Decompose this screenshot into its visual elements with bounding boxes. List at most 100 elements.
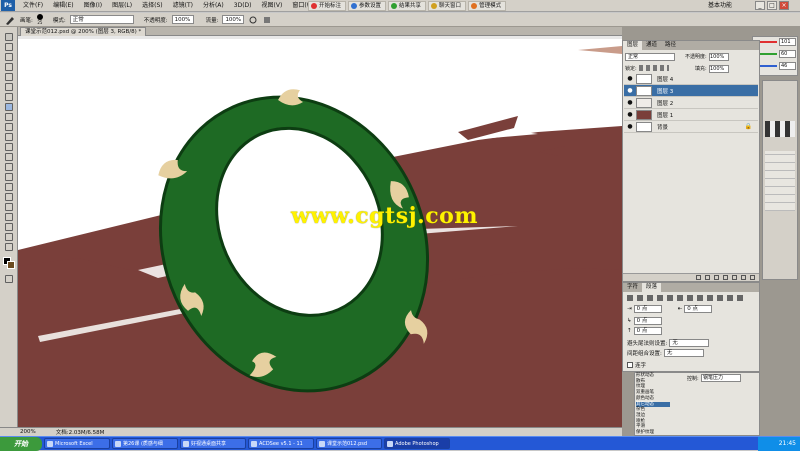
3d-camera-tool-icon[interactable]: [5, 223, 13, 231]
close-button[interactable]: ×: [779, 1, 789, 10]
layer-row[interactable]: ● 图层 4: [624, 73, 758, 85]
taskbar-item[interactable]: 好视通桌面共享: [180, 438, 246, 449]
lasso-tool-icon[interactable]: [5, 53, 13, 61]
eye-icon[interactable]: ●: [626, 99, 634, 107]
dodge-tool-icon[interactable]: [5, 163, 13, 171]
taskbar-item[interactable]: Microsoft Excel: [44, 438, 110, 449]
3d-rotate-tool-icon[interactable]: [5, 213, 13, 221]
brush-tool-icon[interactable]: [4, 15, 16, 25]
spacing-select[interactable]: 无: [663, 349, 704, 357]
menu-file[interactable]: 文件(F): [18, 0, 48, 12]
eye-icon[interactable]: ●: [626, 111, 634, 119]
move-tool-icon[interactable]: [5, 33, 13, 41]
layer-row[interactable]: ● 背景 🔒: [624, 121, 758, 133]
alignment-buttons[interactable]: [627, 295, 747, 301]
shape-tool-icon[interactable]: [5, 203, 13, 211]
start-annotate-button[interactable]: 开始标注: [308, 1, 347, 11]
gradient-tool-icon[interactable]: [5, 143, 13, 151]
maximize-button[interactable]: □: [767, 1, 777, 10]
menu-view[interactable]: 视图(V): [257, 0, 288, 12]
mode-select[interactable]: 正常: [69, 15, 134, 24]
blue-value[interactable]: 46: [779, 62, 796, 70]
path-select-tool-icon[interactable]: [5, 193, 13, 201]
clock[interactable]: 21:45: [779, 440, 796, 447]
tablet-pressure-icon[interactable]: [262, 15, 272, 25]
indent-left-field[interactable]: 0 点: [633, 305, 662, 313]
start-button[interactable]: 开始: [0, 436, 42, 451]
taskbar-item-active[interactable]: Adobe Photoshop: [384, 438, 450, 449]
history-brush-tool-icon[interactable]: [5, 123, 13, 131]
layer-mask-icon[interactable]: [714, 275, 719, 280]
trash-icon[interactable]: [750, 275, 755, 280]
layer-row[interactable]: ● 图层 1: [624, 109, 758, 121]
canvas[interactable]: www.cgtsj.com: [18, 36, 622, 427]
tab-paragraph[interactable]: 段落: [642, 283, 662, 292]
hyphen-select[interactable]: 无: [669, 339, 710, 347]
tab-paths[interactable]: 路径: [661, 41, 680, 50]
blur-tool-icon[interactable]: [5, 153, 13, 161]
opacity-field[interactable]: 100%: [171, 15, 194, 24]
layer-row[interactable]: ● 图层 2: [624, 97, 758, 109]
red-value[interactable]: 101: [779, 38, 796, 46]
workspace-switcher[interactable]: 基本功能: [708, 0, 732, 12]
tab-channels[interactable]: 通道: [642, 41, 661, 50]
menu-analysis[interactable]: 分析(A): [198, 0, 229, 12]
preset-list[interactable]: [765, 151, 795, 211]
link-layers-icon[interactable]: [696, 275, 701, 280]
menu-filter[interactable]: 滤镜(T): [168, 0, 198, 12]
menu-select[interactable]: 选择(S): [137, 0, 168, 12]
zoom-level[interactable]: 200%: [20, 429, 36, 435]
green-value[interactable]: 60: [779, 50, 796, 58]
brush-tool-selected-icon[interactable]: [5, 103, 13, 111]
menu-image[interactable]: 图像(I): [79, 0, 107, 12]
chat-window-button[interactable]: 聊天窗口: [428, 1, 467, 11]
adjustment-layer-icon[interactable]: [723, 275, 728, 280]
minimize-button[interactable]: _: [755, 1, 765, 10]
hand-tool-icon[interactable]: [5, 233, 13, 241]
indent-right-field[interactable]: 0 点: [684, 305, 713, 313]
menu-edit[interactable]: 编辑(E): [48, 0, 78, 12]
admin-mode-button[interactable]: 管理模式: [468, 1, 507, 11]
eyedropper-tool-icon[interactable]: [5, 83, 13, 91]
zoom-tool-icon[interactable]: [5, 243, 13, 251]
taskbar-item[interactable]: 课堂示范012.psd: [316, 438, 382, 449]
new-layer-icon[interactable]: [741, 275, 746, 280]
style-presets[interactable]: [765, 121, 795, 137]
eye-icon[interactable]: ●: [626, 123, 634, 131]
tab-layers[interactable]: 图层: [623, 41, 643, 50]
blend-mode-select[interactable]: 正常: [625, 53, 675, 61]
pen-tool-icon[interactable]: [5, 173, 13, 181]
layer-row-selected[interactable]: ● 图层 3: [624, 85, 758, 97]
hyphenate-checkbox[interactable]: [627, 362, 633, 368]
quick-select-tool-icon[interactable]: [5, 63, 13, 71]
menu-layer[interactable]: 图层(L): [107, 0, 137, 12]
eye-icon[interactable]: ●: [626, 75, 634, 83]
new-group-icon[interactable]: [732, 275, 737, 280]
airbrush-icon[interactable]: [248, 15, 258, 25]
layer-style-icon[interactable]: [705, 275, 710, 280]
settings-button[interactable]: 参数设置: [348, 1, 387, 11]
control-select[interactable]: 钢笔压力: [701, 374, 741, 382]
document-tab[interactable]: 课堂示范012.psd @ 200% (图层 3, RGB/8) *: [20, 27, 147, 36]
layer-opacity-field[interactable]: 100%: [709, 53, 729, 61]
quick-mask-icon[interactable]: [5, 275, 13, 283]
share-result-button[interactable]: 结果共享: [388, 1, 427, 11]
brush-setting-item[interactable]: 保护纹理: [636, 430, 670, 436]
eraser-tool-icon[interactable]: [5, 133, 13, 141]
space-before-field[interactable]: 0 点: [633, 327, 662, 335]
marquee-tool-icon[interactable]: [5, 43, 13, 51]
background-color-swatch[interactable]: [7, 261, 15, 269]
taskbar-item[interactable]: ACDSee v5.1 - 11: [248, 438, 314, 449]
first-line-indent-field[interactable]: 0 点: [633, 317, 662, 325]
lock-icons[interactable]: [639, 65, 669, 71]
taskbar-item[interactable]: 第26课 (质感与细: [112, 438, 178, 449]
clone-stamp-tool-icon[interactable]: [5, 113, 13, 121]
flow-field[interactable]: 100%: [222, 15, 245, 24]
fill-field[interactable]: 100%: [709, 65, 729, 73]
brush-preset-picker[interactable]: 25: [36, 14, 43, 25]
menu-3d[interactable]: 3D(D): [229, 0, 257, 12]
eye-icon[interactable]: ●: [626, 87, 634, 95]
crop-tool-icon[interactable]: [5, 73, 13, 81]
tab-character[interactable]: 字符: [623, 283, 642, 292]
type-tool-icon[interactable]: [5, 183, 13, 191]
